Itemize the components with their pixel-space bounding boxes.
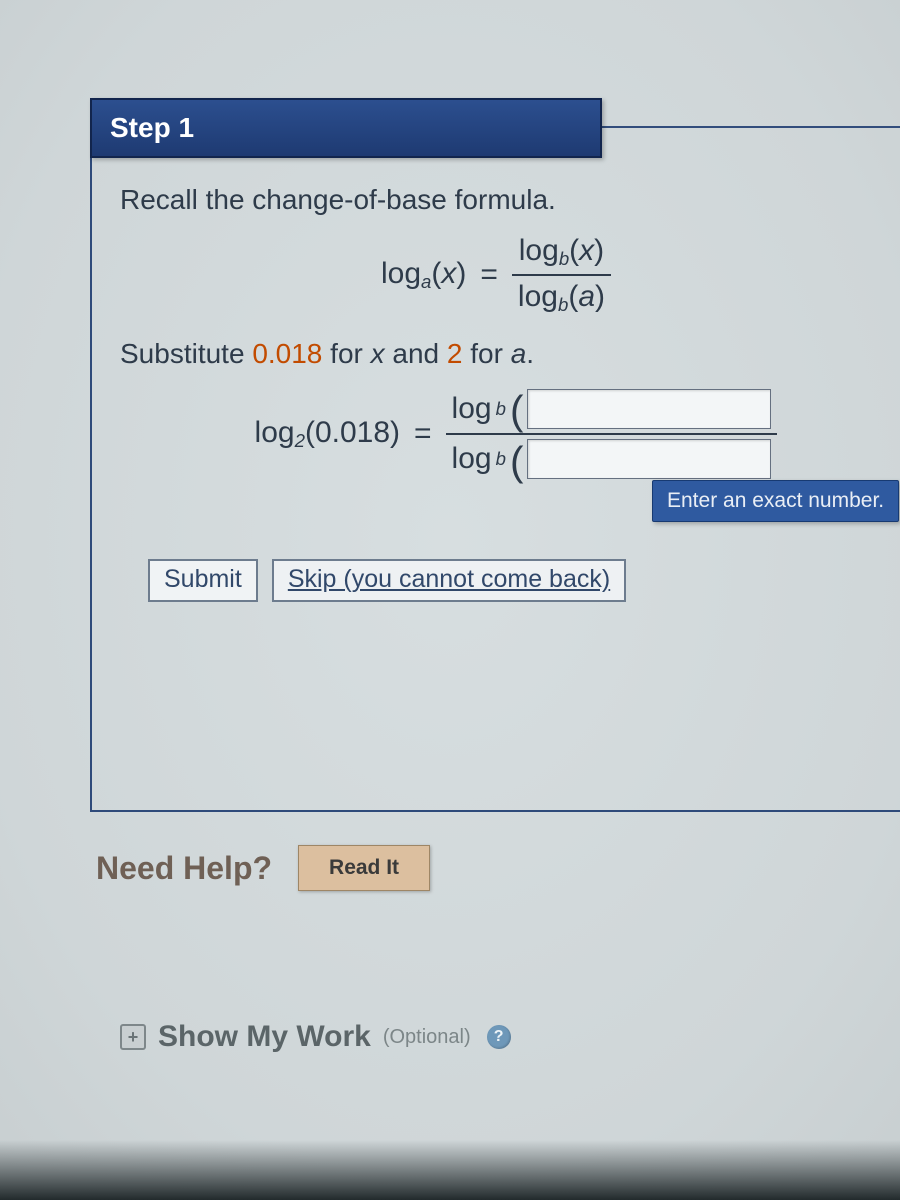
skip-button[interactable]: Skip (you cannot come back) xyxy=(272,559,626,602)
sub-suffix: . xyxy=(526,338,534,369)
substituted-equation: log2(0.018) = logb( logb( xyxy=(160,388,872,479)
recall-text: Recall the change-of-base formula. xyxy=(120,184,872,216)
open-paren-icon: ( xyxy=(510,390,524,431)
sub-mid1: for xyxy=(322,338,370,369)
denominator-answer-input[interactable] xyxy=(527,439,771,479)
lhs-log: log xyxy=(381,257,421,290)
validation-tooltip: Enter an exact number. xyxy=(652,480,899,522)
eq2-num-log: log xyxy=(452,392,492,426)
eq2-lhs-sub: 2 xyxy=(295,430,305,451)
eq2-rhs-fraction: logb( logb( xyxy=(446,388,778,479)
sub-a-var: a xyxy=(511,338,527,369)
step-tab: Step 1 xyxy=(90,98,602,158)
sub-and: and xyxy=(385,338,447,369)
lhs-sub: a xyxy=(421,271,431,292)
sub-prefix: Substitute xyxy=(120,338,252,369)
step-panel: Step 1 Recall the change-of-base formula… xyxy=(90,100,900,812)
num-arg: x xyxy=(579,234,594,267)
sub-a-value: 2 xyxy=(447,338,463,369)
substitute-instruction: Substitute 0.018 for x and 2 for a. xyxy=(120,338,872,370)
step-content: Recall the change-of-base formula. loga(… xyxy=(92,100,900,622)
eq2-lhs-log: log xyxy=(255,416,295,449)
den-log: log xyxy=(518,280,558,313)
eq2-den-sub: b xyxy=(496,448,506,470)
eq2-denominator: logb( xyxy=(446,435,778,480)
sub-x-var: x xyxy=(371,338,385,369)
bottom-vignette xyxy=(0,1140,900,1200)
formula-numerator: logb(x) xyxy=(513,234,610,274)
eq2-num-sub: b xyxy=(496,398,506,420)
formula-lhs: loga(x) xyxy=(381,257,466,293)
need-help-row: Need Help? Read It xyxy=(96,845,430,891)
action-buttons: Submit Skip (you cannot come back) xyxy=(148,559,872,602)
formula-eq: = xyxy=(480,258,498,292)
show-my-work-row[interactable]: + Show My Work (Optional) ? xyxy=(120,1020,511,1054)
expand-plus-icon[interactable]: + xyxy=(120,1024,146,1050)
den-arg: a xyxy=(578,280,595,313)
show-my-work-label: Show My Work xyxy=(158,1020,371,1054)
formula-denominator: logb(a) xyxy=(512,276,611,316)
formula-rhs-fraction: logb(x) logb(a) xyxy=(512,234,611,316)
submit-button[interactable]: Submit xyxy=(148,559,258,602)
num-log: log xyxy=(519,234,559,267)
eq2-lhs: log2(0.018) xyxy=(255,416,400,452)
need-help-label: Need Help? xyxy=(96,850,272,887)
numerator-answer-input[interactable] xyxy=(527,389,771,429)
den-sub: b xyxy=(558,294,568,315)
eq2-den-log: log xyxy=(452,442,492,476)
eq2-eq: = xyxy=(414,417,432,451)
screen: Step 1 Recall the change-of-base formula… xyxy=(0,0,900,1200)
sub-x-value: 0.018 xyxy=(252,338,322,369)
info-icon[interactable]: ? xyxy=(487,1025,511,1049)
eq2-numerator: logb( xyxy=(446,388,778,433)
num-sub: b xyxy=(559,248,569,269)
lhs-arg: x xyxy=(441,257,456,290)
change-of-base-formula: loga(x) = logb(x) logb(a) xyxy=(120,234,872,316)
eq2-lhs-arg: 0.018 xyxy=(315,416,390,449)
sub-mid2: for xyxy=(462,338,510,369)
open-paren-icon: ( xyxy=(510,441,524,482)
read-it-button[interactable]: Read It xyxy=(298,845,430,891)
show-my-work-optional: (Optional) xyxy=(383,1026,471,1049)
